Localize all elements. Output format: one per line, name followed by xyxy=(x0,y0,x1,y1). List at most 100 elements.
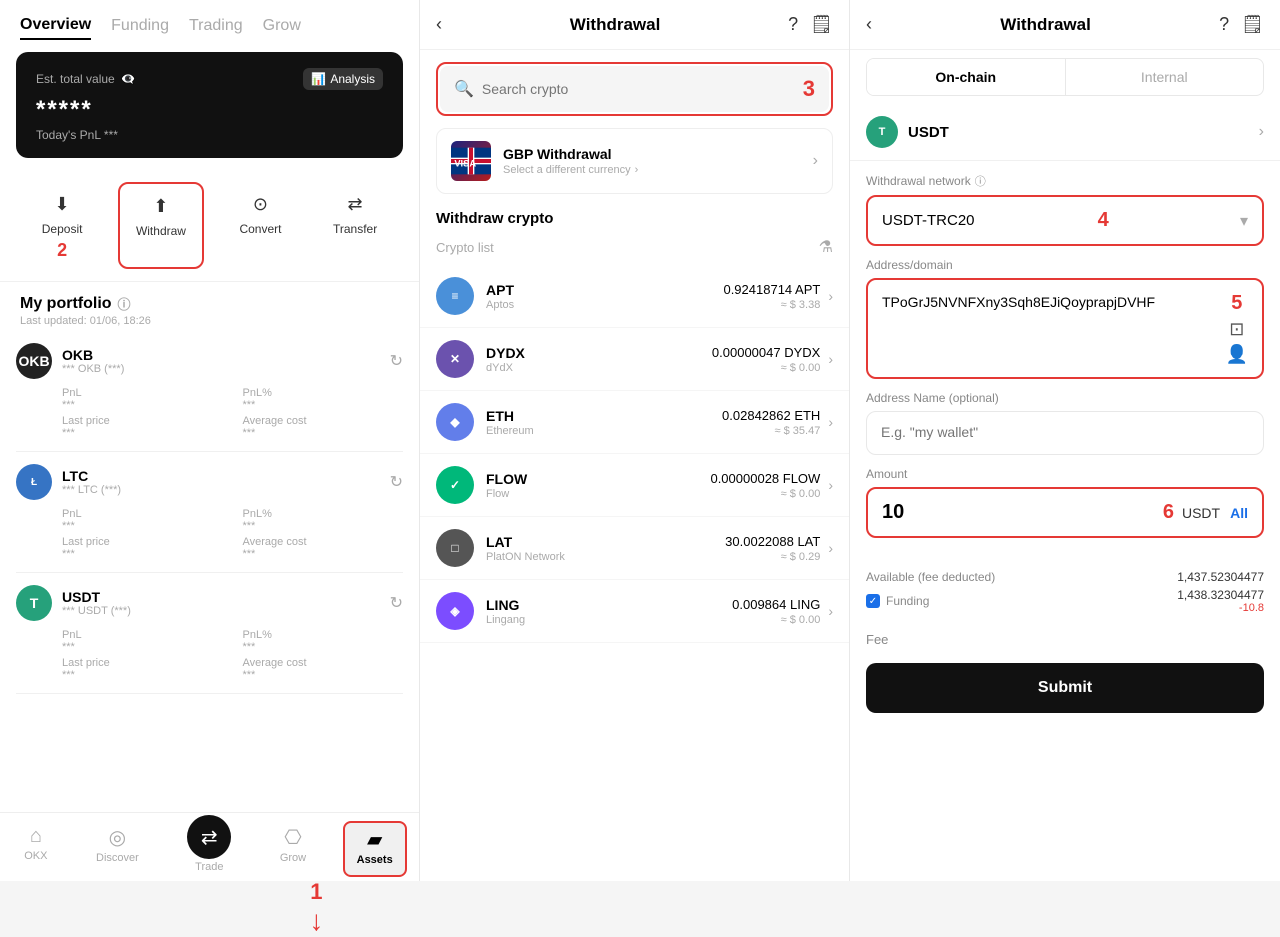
right-usdt-chevron-icon: › xyxy=(1259,123,1264,141)
address-name-group: Address Name (optional) xyxy=(866,391,1264,455)
okx-icon: ⌂ xyxy=(30,825,42,848)
ling-avatar: ◈ xyxy=(436,592,474,630)
crypto-item-apt[interactable]: ≡ APT Aptos 0.92418714 APT ≈ $ 3.38 › xyxy=(420,265,849,328)
crypto-item-ling[interactable]: ◈ LING Lingang 0.009864 LING ≈ $ 0.00 › xyxy=(420,580,849,643)
amount-value[interactable]: 10 xyxy=(882,501,1163,524)
address-name-input[interactable] xyxy=(881,424,1249,440)
middle-header-icons: ? 🗒 xyxy=(788,14,833,35)
search-bar-highlight: 🔍 3 xyxy=(436,62,833,116)
crypto-item-dydx[interactable]: ✕ DYDX dYdX 0.00000047 DYDX ≈ $ 0.00 › xyxy=(420,328,849,391)
okb-last-price: *** xyxy=(62,427,223,439)
usdt-refresh-icon[interactable]: ↻ xyxy=(390,593,403,613)
top-nav: Overview Funding Trading Grow xyxy=(0,0,419,40)
right-usdt-name: USDT xyxy=(908,124,1259,141)
balance-card: Est. total value 👁‍🗨 📊 Analysis ***** To… xyxy=(16,52,403,158)
nav-overview[interactable]: Overview xyxy=(20,16,91,40)
usdt-sub: *** USDT (***) xyxy=(62,605,131,617)
transfer-button[interactable]: ⇄ Transfer xyxy=(317,182,393,269)
amount-currency: USDT xyxy=(1182,505,1220,521)
form-section: Withdrawal network ⓘ USDT-TRC20 4 ▾ Addr… xyxy=(850,161,1280,562)
portfolio-item-usdt: T USDT *** USDT (***) ↻ PnL *** PnL% *** xyxy=(16,573,403,694)
bottom-nav: ⌂ OKX ◎ Discover ⇄ Trade 1 ↓ ⎔ Grow ▰ As… xyxy=(0,812,419,881)
usdt-pnl: *** xyxy=(62,641,223,653)
history-icon[interactable]: 🗒 xyxy=(810,14,833,35)
network-group: Withdrawal network ⓘ USDT-TRC20 4 ▾ xyxy=(866,173,1264,246)
gbp-icon: VISA xyxy=(451,141,491,181)
funding-checkbox[interactable]: ✓ xyxy=(866,594,880,608)
address-name-field xyxy=(866,411,1264,455)
nav-grow[interactable]: Grow xyxy=(263,17,301,39)
okb-pnl: *** xyxy=(62,399,223,411)
discover-icon: ◎ xyxy=(109,825,126,850)
ltc-pnl-pct: *** xyxy=(243,520,404,532)
scan-qr-icon[interactable]: ⊡ xyxy=(1229,319,1244,340)
dydx-chevron-icon: › xyxy=(828,351,833,367)
contact-icon[interactable]: 👤 xyxy=(1226,344,1248,365)
crypto-item-lat[interactable]: □ LAT PlatON Network 30.0022088 LAT ≈ $ … xyxy=(420,517,849,580)
annotation-5: 5 xyxy=(1231,292,1242,315)
convert-button[interactable]: ⊙ Convert xyxy=(223,182,297,269)
filter-icon[interactable]: ⚗ xyxy=(819,237,833,257)
tab-switcher: On-chain Internal xyxy=(866,58,1264,96)
ltc-refresh-icon[interactable]: ↻ xyxy=(390,472,403,492)
fee-section: Fee xyxy=(850,624,1280,655)
okb-sub: *** OKB (***) xyxy=(62,363,124,375)
search-input[interactable] xyxy=(482,81,795,97)
address-value[interactable]: TPoGrJ5NVNFXny3Sqh8EJiQoyprapjDVHF xyxy=(882,292,1218,313)
ling-chevron-icon: › xyxy=(828,603,833,619)
transfer-icon: ⇄ xyxy=(341,190,369,218)
address-group: Address/domain TPoGrJ5NVNFXny3Sqh8EJiQoy… xyxy=(866,258,1264,379)
right-back-button[interactable]: ‹ xyxy=(866,14,872,35)
tab-internal[interactable]: Internal xyxy=(1066,59,1264,95)
usdt-avg-cost: *** xyxy=(243,669,404,681)
annotation-4: 4 xyxy=(1098,209,1109,232)
trade-fab[interactable]: ⇄ xyxy=(187,815,231,859)
ltc-name: LTC xyxy=(62,468,121,484)
withdraw-button[interactable]: ⬆ Withdraw xyxy=(118,182,204,269)
nav-trade[interactable]: ⇄ Trade 1 ↓ xyxy=(175,821,243,877)
crypto-item-eth[interactable]: ◆ ETH Ethereum 0.02842862 ETH ≈ $ 35.47 … xyxy=(420,391,849,454)
tab-on-chain[interactable]: On-chain xyxy=(867,59,1066,95)
right-panel: ‹ Withdrawal ? 🗒 On-chain Internal T USD… xyxy=(850,0,1280,881)
eth-avatar: ◆ xyxy=(436,403,474,441)
usdt-pnl-pct: *** xyxy=(243,641,404,653)
assets-icon: ▰ xyxy=(367,827,382,852)
network-field: USDT-TRC20 4 ▾ xyxy=(866,195,1264,246)
deposit-button[interactable]: ⬇ Deposit 2 xyxy=(26,182,99,269)
amount-label: Amount xyxy=(866,467,1264,481)
crypto-item-flow[interactable]: ✓ FLOW Flow 0.00000028 FLOW ≈ $ 0.00 › xyxy=(420,454,849,517)
nav-okx[interactable]: ⌂ OKX xyxy=(12,821,59,877)
nav-discover[interactable]: ◎ Discover xyxy=(84,821,151,877)
right-help-icon[interactable]: ? xyxy=(1219,14,1229,35)
gbp-withdrawal[interactable]: VISA GBP Withdrawal Select a different c… xyxy=(436,128,833,194)
balance-value: ***** xyxy=(36,96,383,124)
deposit-icon: ⬇ xyxy=(48,190,76,218)
portfolio-item-okb: OKB OKB *** OKB (***) ↻ PnL *** PnL% *** xyxy=(16,331,403,452)
left-panel: Overview Funding Trading Grow Est. total… xyxy=(0,0,420,881)
okb-refresh-icon[interactable]: ↻ xyxy=(390,351,403,371)
amount-field: 10 6 USDT All xyxy=(866,487,1264,538)
okb-pnl-pct: *** xyxy=(243,399,404,411)
annotation-3: 3 xyxy=(803,76,815,102)
submit-button[interactable]: Submit xyxy=(866,663,1264,713)
search-bar: 🔍 3 xyxy=(440,66,829,112)
right-history-icon[interactable]: 🗒 xyxy=(1241,14,1264,35)
analysis-button[interactable]: 📊 Analysis xyxy=(303,68,383,90)
nav-trading[interactable]: Trading xyxy=(189,17,243,39)
help-icon[interactable]: ? xyxy=(788,14,798,35)
gbp-text: GBP Withdrawal Select a different curren… xyxy=(503,146,801,176)
nav-grow[interactable]: ⎔ Grow xyxy=(268,821,318,877)
flow-avatar: ✓ xyxy=(436,466,474,504)
amount-all-button[interactable]: All xyxy=(1230,505,1248,521)
nav-funding[interactable]: Funding xyxy=(111,17,169,39)
gbp-chevron-icon: › xyxy=(813,152,818,170)
middle-title: Withdrawal xyxy=(454,15,776,35)
withdraw-crypto-title: Withdraw crypto xyxy=(420,202,849,231)
usdt-selector[interactable]: T USDT › xyxy=(850,104,1280,161)
apt-avatar: ≡ xyxy=(436,277,474,315)
middle-back-button[interactable]: ‹ xyxy=(436,14,442,35)
nav-assets[interactable]: ▰ Assets xyxy=(343,821,407,877)
address-field: TPoGrJ5NVNFXny3Sqh8EJiQoyprapjDVHF 5 ⊡ 👤 xyxy=(866,278,1264,379)
network-select[interactable]: USDT-TRC20 4 ▾ xyxy=(882,209,1248,232)
convert-icon: ⊙ xyxy=(246,190,274,218)
